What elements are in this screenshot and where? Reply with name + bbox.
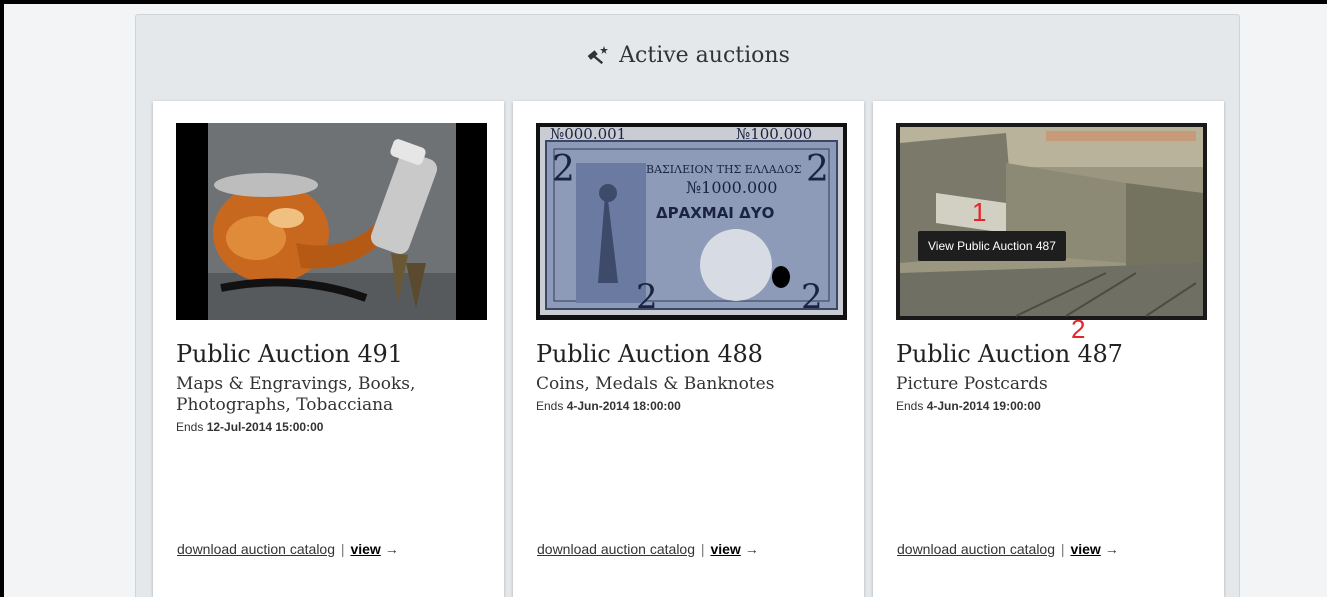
download-catalog-link[interactable]: download auction catalog <box>537 541 695 557</box>
active-auctions-panel: Active auctions Public Auction 491 Maps … <box>135 14 1240 597</box>
postcard-image <box>896 123 1207 320</box>
ends-label: Ends <box>896 399 924 413</box>
auction-card: View Public Auction 487 Public Auction 4… <box>873 101 1224 597</box>
view-link[interactable]: view <box>710 541 740 557</box>
ends-datetime: 4-Jun-2014 19:00:00 <box>926 399 1041 413</box>
tooltip-view-auction: View Public Auction 487 <box>918 231 1066 261</box>
svg-text:№000.001: №000.001 <box>550 125 626 143</box>
ends-label: Ends <box>536 399 564 413</box>
annotation-marker-2: 2 <box>1071 314 1086 344</box>
panel-header: Active auctions <box>136 15 1239 95</box>
svg-text:ΒΑΣΙΛΕΙΟΝ ΤΗΣ ΕΛΛΑΔΟΣ: ΒΑΣΙΛΕΙΟΝ ΤΗΣ ΕΛΛΑΔΟΣ <box>646 163 802 176</box>
auction-subtitle: Coins, Medals & Banknotes <box>536 374 775 394</box>
window-border-left <box>0 0 4 597</box>
auction-subtitle: Picture Postcards <box>896 374 1048 394</box>
auction-thumbnail-pipe[interactable] <box>176 123 487 320</box>
download-catalog-link[interactable]: download auction catalog <box>177 541 335 557</box>
svg-text:2: 2 <box>801 277 823 317</box>
ends-datetime: 12-Jul-2014 15:00:00 <box>206 420 324 434</box>
auction-subtitle: Maps & Engravings, Books, Photographs, T… <box>176 374 416 415</box>
auction-card: Public Auction 491 Maps & Engravings, Bo… <box>153 101 504 597</box>
link-separator: | <box>340 541 345 557</box>
auction-title: Public Auction 491 <box>176 340 403 368</box>
download-catalog-link[interactable]: download auction catalog <box>897 541 1055 557</box>
arrow-right-icon: → <box>744 541 759 557</box>
auction-ends: Ends 4-Jun-2014 19:00:00 <box>896 399 1201 413</box>
svg-text:№100.000: №100.000 <box>736 125 812 143</box>
gavel-icon <box>587 46 609 65</box>
ends-label: Ends <box>176 420 204 434</box>
auction-title: Public Auction 488 <box>536 340 763 368</box>
pipe-image <box>176 123 487 320</box>
auction-title: Public Auction 487 <box>896 340 1123 368</box>
svg-text:2: 2 <box>636 277 658 317</box>
arrow-right-icon: → <box>1104 541 1119 557</box>
window-border-top <box>0 0 1327 4</box>
arrow-right-icon: → <box>384 541 399 557</box>
annotation-marker-1: 1 <box>972 197 987 227</box>
auction-ends: Ends 12-Jul-2014 15:00:00 <box>176 420 481 434</box>
auction-thumbnail-banknote[interactable]: ΒΑΣΙΛΕΙΟΝ ΤΗΣ ΕΛΛΑΔΟΣ №1000.000 ΔΡΑΧΜΑΙ … <box>536 123 847 320</box>
view-link[interactable]: view <box>1070 541 1100 557</box>
svg-text:2: 2 <box>806 149 829 190</box>
auction-cards: Public Auction 491 Maps & Engravings, Bo… <box>153 101 1224 597</box>
card-links: download auction catalog | view → <box>177 541 399 557</box>
auction-ends: Ends 4-Jun-2014 18:00:00 <box>536 399 841 413</box>
auction-card: ΒΑΣΙΛΕΙΟΝ ΤΗΣ ΕΛΛΑΔΟΣ №1000.000 ΔΡΑΧΜΑΙ … <box>513 101 864 597</box>
svg-text:2: 2 <box>552 149 575 190</box>
svg-text:№1000.000: №1000.000 <box>686 178 777 197</box>
panel-title: Active auctions <box>619 42 790 68</box>
banknote-image: ΒΑΣΙΛΕΙΟΝ ΤΗΣ ΕΛΛΑΔΟΣ №1000.000 ΔΡΑΧΜΑΙ … <box>536 123 847 320</box>
link-separator: | <box>1060 541 1065 557</box>
card-links: download auction catalog | view → <box>897 541 1119 557</box>
auction-thumbnail-postcard[interactable]: View Public Auction 487 <box>896 123 1207 320</box>
ends-datetime: 4-Jun-2014 18:00:00 <box>566 399 681 413</box>
svg-text:ΔΡΑΧΜΑΙ ΔΥΟ: ΔΡΑΧΜΑΙ ΔΥΟ <box>656 204 774 222</box>
view-link[interactable]: view <box>350 541 380 557</box>
card-links: download auction catalog | view → <box>537 541 759 557</box>
link-separator: | <box>700 541 705 557</box>
